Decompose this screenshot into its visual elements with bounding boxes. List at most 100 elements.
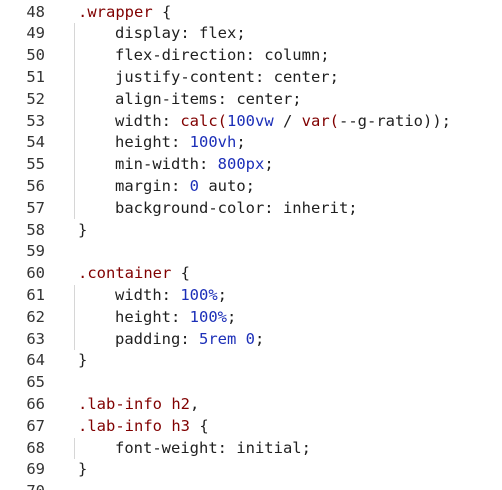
code-token: ; xyxy=(217,285,227,304)
line-number: 63 xyxy=(26,329,45,348)
code-editor[interactable]: 48 .wrapper {49 display: flex; 50 flex-direc… xyxy=(0,0,502,490)
code-line[interactable]: 60 .container { xyxy=(0,263,502,285)
line-number: 67 xyxy=(26,416,45,435)
code-text: width: 100%; xyxy=(115,285,227,307)
code-token: 100vw xyxy=(227,111,274,130)
code-text: } xyxy=(78,220,87,242)
indent-guide xyxy=(74,23,75,220)
code-line[interactable]: 63 padding: 5rem 0; xyxy=(0,329,502,351)
line-number: 49 xyxy=(26,24,45,43)
code-text: flex-direction: column; xyxy=(115,45,330,67)
code-token: } xyxy=(78,220,88,239)
code-token: min-width: xyxy=(115,155,218,174)
line-number: 48 xyxy=(26,2,45,21)
code-line[interactable]: 70 xyxy=(0,481,502,490)
code-text: justify-content: center; xyxy=(115,67,339,89)
line-number: 53 xyxy=(26,111,45,130)
code-token: var( xyxy=(301,111,339,130)
line-number: 58 xyxy=(26,220,45,239)
code-token: font-weight: initial; xyxy=(115,438,311,457)
line-number: 59 xyxy=(26,242,45,261)
line-number: 50 xyxy=(26,46,45,65)
code-text: font-weight: initial; xyxy=(115,438,311,460)
code-text: } xyxy=(78,350,87,372)
code-token: .lab-info h2 xyxy=(78,394,190,413)
code-text: align-items: center; xyxy=(115,89,302,111)
code-line[interactable]: 54 height: 100vh; xyxy=(0,132,502,154)
code-text: .lab-info h3 { xyxy=(78,416,209,438)
line-number: 57 xyxy=(26,198,45,217)
code-line[interactable]: 51 justify-content: center; xyxy=(0,67,502,89)
code-line[interactable]: 59 xyxy=(0,241,502,263)
code-token: calc( xyxy=(180,111,227,130)
code-line[interactable]: 48 .wrapper { xyxy=(0,2,502,24)
code-token: --g-ratio)); xyxy=(339,111,451,130)
line-number: 69 xyxy=(26,460,45,479)
code-token: { xyxy=(152,2,172,21)
code-line[interactable]: 68 font-weight: initial; xyxy=(0,438,502,460)
line-number: 61 xyxy=(26,285,45,304)
code-text: width: calc(100vw / var(--g-ratio)); xyxy=(115,111,451,133)
code-token: ; xyxy=(236,133,246,152)
code-token: 100% xyxy=(189,307,227,326)
code-token: height: xyxy=(115,133,190,152)
code-line[interactable]: 65 xyxy=(0,372,502,394)
line-number: 51 xyxy=(26,67,45,86)
code-token: 100% xyxy=(180,285,218,304)
line-number: 60 xyxy=(26,264,45,283)
code-token: display: flex; xyxy=(115,24,246,43)
code-line[interactable]: 58} xyxy=(0,220,502,242)
code-line[interactable]: 67 .lab-info h3 { xyxy=(0,416,502,438)
code-line[interactable]: 62 height: 100%; xyxy=(0,307,502,329)
code-token: padding: xyxy=(115,329,199,348)
code-token: 0 xyxy=(245,329,256,348)
code-token: { xyxy=(189,416,209,435)
code-line[interactable]: 49 display: flex; xyxy=(0,23,502,45)
code-token: .container xyxy=(78,264,172,283)
code-token: ; xyxy=(255,329,265,348)
code-text: padding: 5rem 0; xyxy=(115,329,264,351)
code-token: auto; xyxy=(199,176,255,195)
code-text: .container { xyxy=(78,263,190,285)
code-token: } xyxy=(78,460,88,479)
code-line[interactable]: 55 min-width: 800px; xyxy=(0,154,502,176)
line-number: 62 xyxy=(26,307,45,326)
code-text: display: flex; xyxy=(115,23,246,45)
code-line[interactable]: 53 width: calc(100vw / var(--g-ratio)); xyxy=(0,111,502,133)
code-text: .wrapper { xyxy=(78,2,171,24)
code-token: width: xyxy=(115,111,181,130)
code-text: margin: 0 auto; xyxy=(115,176,255,198)
code-token: ; xyxy=(264,155,274,174)
code-text: height: 100%; xyxy=(115,307,236,329)
line-number: 52 xyxy=(26,89,45,108)
code-token: .lab-info h3 xyxy=(78,416,190,435)
code-token: .wrapper xyxy=(78,2,153,21)
code-token: height: xyxy=(115,307,190,326)
code-text: min-width: 800px; xyxy=(115,154,274,176)
code-text: background-color: inherit; xyxy=(115,198,358,220)
code-text: } xyxy=(78,459,87,481)
code-token: 0 xyxy=(189,176,199,195)
code-line[interactable]: 57 background-color: inherit; xyxy=(0,198,502,220)
indent-guide xyxy=(74,284,75,351)
code-token: } xyxy=(78,351,88,370)
code-line[interactable]: 61 width: 100%; xyxy=(0,285,502,307)
code-token: 5rem xyxy=(199,329,237,348)
code-token: , xyxy=(189,394,200,413)
line-number: 54 xyxy=(26,133,45,152)
code-line[interactable]: 52 align-items: center; xyxy=(0,89,502,111)
code-token: { xyxy=(171,264,190,283)
indent-guide xyxy=(74,437,75,460)
code-line[interactable]: 66 .lab-info h2, xyxy=(0,394,502,416)
code-token: flex-direction: column; xyxy=(115,46,330,65)
code-line[interactable]: 69} xyxy=(0,459,502,481)
line-number: 65 xyxy=(26,373,45,392)
code-line[interactable]: 64} xyxy=(0,350,502,372)
line-number: 68 xyxy=(26,438,45,457)
line-number: 55 xyxy=(26,155,45,174)
code-line[interactable]: 50 flex-direction: column; xyxy=(0,45,502,67)
code-token: 800px xyxy=(217,155,265,174)
code-line[interactable]: 56 margin: 0 auto; xyxy=(0,176,502,198)
code-token: align-items: center; xyxy=(115,89,302,108)
